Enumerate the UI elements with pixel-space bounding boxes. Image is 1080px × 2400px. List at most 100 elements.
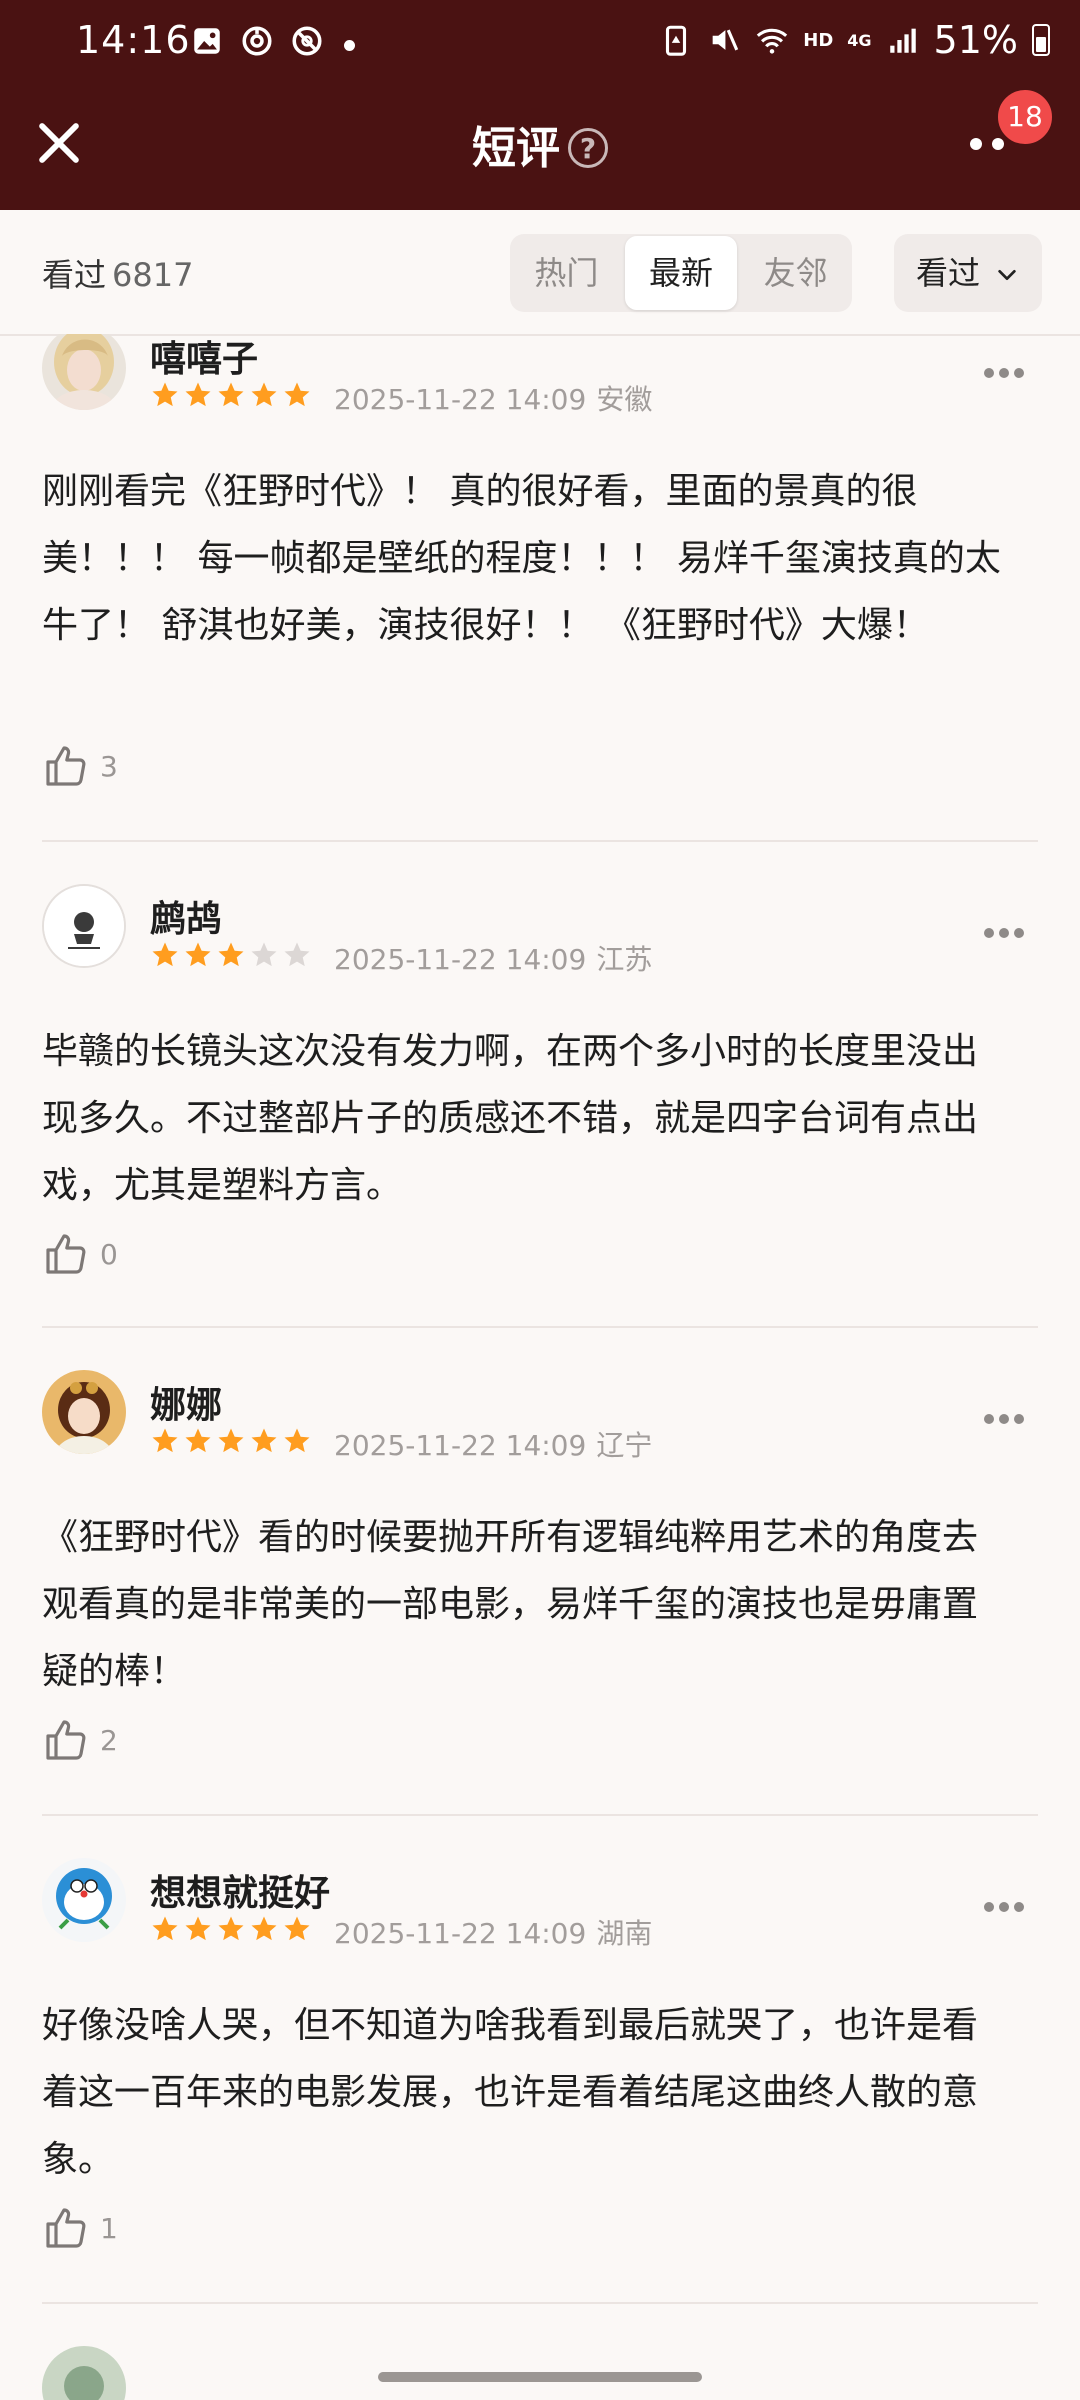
review-text: 《狂野时代》看的时候要抛开所有逻辑纯粹用艺术的角度去观看真的是非常美的一部电影，…	[42, 1517, 979, 1692]
star-filled-icon	[251, 1916, 277, 1941]
like-button[interactable]: 0	[42, 1230, 118, 1278]
more-options-icon[interactable]	[984, 1414, 1024, 1426]
watched-count-label: 看过	[42, 256, 107, 294]
star-filled-icon	[218, 942, 244, 967]
tab-hot[interactable]: 热门	[510, 234, 623, 312]
review-text: 好像没啥人哭，但不知道为啥我看到最后就哭了，也许是看着这一百年来的电影发展，也许…	[42, 2005, 979, 2180]
username[interactable]: 鹧鸪	[150, 890, 222, 942]
star-filled-icon	[284, 382, 310, 407]
username[interactable]: 想想就挺好	[150, 1864, 330, 1916]
avatar[interactable]	[42, 884, 126, 968]
thumbs-up-icon	[46, 2208, 86, 2248]
avatar[interactable]	[42, 334, 126, 410]
status-right-icons: HD 4G 51%	[659, 18, 1050, 62]
like-count: 0	[100, 1237, 118, 1271]
network-gen-label: 4G	[847, 30, 872, 50]
like-count: 1	[100, 2211, 118, 2245]
rating-stars	[150, 380, 312, 410]
review-date: 2025-11-22 14:09	[334, 383, 587, 416]
review-item: 娜娜 2025-11-22 14:09 辽宁 《狂野时代》看的时候要抛开所有逻辑纯…	[42, 1328, 1038, 1816]
watched-count: 看过 6817	[42, 250, 193, 296]
star-empty-icon	[284, 942, 310, 967]
status-time: 14:16	[76, 18, 191, 62]
review-location: 江苏	[596, 943, 653, 976]
star-empty-icon	[251, 942, 277, 967]
username[interactable]: 娜娜	[150, 1376, 222, 1428]
review-meta: 2025-11-22 14:09 江苏	[334, 938, 652, 978]
wifi-icon	[757, 28, 788, 54]
save-battery-icon	[666, 25, 687, 56]
network-hd-label: HD	[803, 29, 834, 51]
star-filled-icon	[152, 1428, 178, 1453]
status-bar: 14:16 HD 4G 51%	[0, 0, 1080, 90]
home-indicator[interactable]	[378, 2372, 702, 2382]
star-filled-icon	[152, 1916, 178, 1941]
more-options-icon[interactable]	[984, 1902, 1024, 1914]
star-filled-icon	[152, 382, 178, 407]
review-item: 嘻嘻子 2025-11-22 14:09 安徽 刚刚看完《狂野时代》！ 真的很好看…	[42, 334, 1038, 842]
star-filled-icon	[251, 1428, 277, 1453]
chevron-down-icon	[998, 269, 1016, 281]
like-count: 2	[100, 1723, 118, 1757]
rating-stars	[150, 940, 312, 970]
status-filter-dropdown[interactable]: 看过	[894, 234, 1042, 312]
battery-icon	[1032, 24, 1050, 56]
more-options-icon[interactable]	[984, 928, 1024, 940]
review-text: 毕赣的长镜头这次没有发力啊，在两个多小时的长度里没出现多久。不过整部片子的质感还…	[42, 1031, 979, 1206]
thumbs-up-icon	[46, 1720, 86, 1760]
block-icon	[292, 26, 322, 56]
battery-percent: 51%	[933, 18, 1018, 62]
star-filled-icon	[251, 382, 277, 407]
like-button[interactable]: 2	[42, 1716, 118, 1764]
rating-stars	[150, 1914, 312, 1944]
notification-badge[interactable]: 18	[996, 88, 1054, 146]
more-icon[interactable]	[970, 138, 1010, 152]
help-icon[interactable]: ?	[568, 128, 608, 168]
notification-dot-icon	[344, 40, 355, 51]
star-filled-icon	[185, 1428, 211, 1453]
review-meta: 2025-11-22 14:09 湖南	[334, 1912, 652, 1952]
title-bar: 短评?	[0, 90, 1080, 210]
sync-icon	[242, 26, 272, 56]
star-filled-icon	[152, 942, 178, 967]
dropdown-label: 看过	[916, 254, 981, 292]
star-filled-icon	[218, 382, 244, 407]
avatar[interactable]	[42, 1370, 126, 1454]
review-item: 想想就挺好 2025-11-22 14:09 湖南 好像没啥人哭，但不知道为啥我看…	[42, 1816, 1038, 2304]
review-text: 刚刚看完《狂野时代》！ 真的很好看，里面的景真的很美！！！ 每一帧都是壁纸的程度…	[42, 471, 1001, 646]
star-filled-icon	[185, 382, 211, 407]
filter-bar: 看过 6817 热门 最新 友邻 看过	[0, 210, 1080, 336]
username[interactable]: 嘻嘻子	[150, 334, 258, 382]
thumbs-up-icon	[46, 746, 86, 786]
like-count: 3	[100, 749, 118, 783]
like-button[interactable]: 1	[42, 2204, 118, 2252]
review-meta: 2025-11-22 14:09 辽宁	[334, 1424, 652, 1464]
more-options-icon[interactable]	[984, 368, 1024, 380]
image-icon	[194, 28, 220, 54]
review-location: 安徽	[596, 383, 653, 416]
status-left-icons	[190, 24, 324, 58]
review-date: 2025-11-22 14:09	[334, 1429, 587, 1462]
review-location: 辽宁	[596, 1429, 653, 1462]
like-button[interactable]: 3	[42, 742, 118, 790]
tab-latest[interactable]: 最新	[624, 236, 738, 310]
rating-stars	[150, 1426, 312, 1456]
app-header: 14:16 HD 4G 51% 短评? 18	[0, 0, 1080, 210]
signal-icon	[889, 28, 916, 53]
review-date: 2025-11-22 14:09	[334, 943, 587, 976]
tab-friends[interactable]: 友邻	[739, 234, 852, 312]
avatar[interactable]	[42, 1858, 126, 1942]
star-filled-icon	[185, 1916, 211, 1941]
review-item: 鹧鸪 2025-11-22 14:09 江苏 毕赣的长镜头这次没有发力啊，在两个多…	[42, 842, 1038, 1328]
star-filled-icon	[284, 1916, 310, 1941]
review-date: 2025-11-22 14:09	[334, 1917, 587, 1950]
mute-icon	[712, 29, 739, 51]
star-filled-icon	[218, 1428, 244, 1453]
review-list: 嘻嘻子 2025-11-22 14:09 安徽 刚刚看完《狂野时代》！ 真的很好看…	[0, 334, 1080, 2400]
avatar[interactable]	[42, 2346, 126, 2400]
sort-tabs: 热门 最新 友邻	[510, 234, 852, 312]
page-title-text: 短评	[472, 123, 560, 174]
watched-count-value: 6817	[112, 256, 194, 294]
review-item-partial	[42, 2304, 1038, 2400]
star-filled-icon	[218, 1916, 244, 1941]
